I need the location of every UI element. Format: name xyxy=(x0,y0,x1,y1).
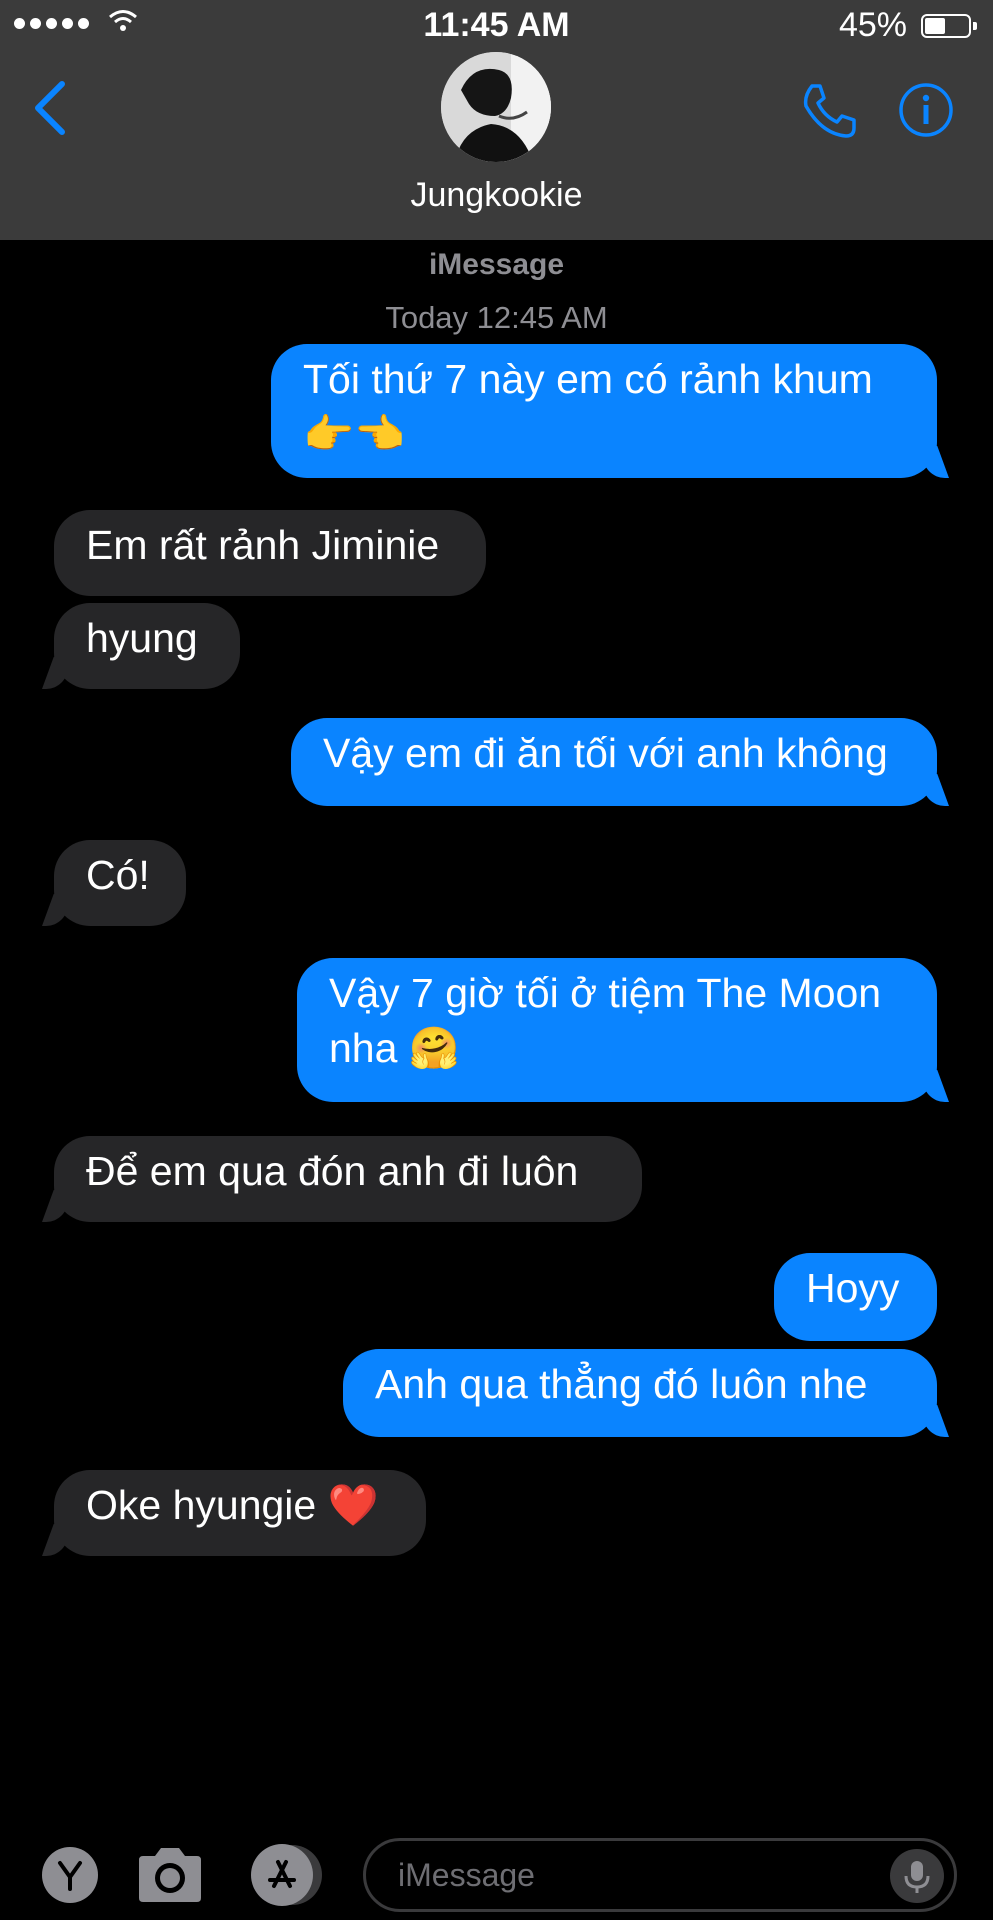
mic-icon[interactable] xyxy=(890,1849,944,1903)
message-text: Để em qua đón anh đi luôn xyxy=(86,1148,579,1194)
message-text: Có! xyxy=(86,852,150,898)
battery-icon xyxy=(921,14,977,38)
message-text: Tối thứ 7 này em có rảnh khum xyxy=(303,356,873,402)
message-text: Oke hyungie xyxy=(86,1482,317,1528)
message-bubble-incoming[interactable]: Để em qua đón anh đi luôn xyxy=(54,1136,642,1222)
message-text: Anh qua thẳng đó luôn nhe xyxy=(375,1361,868,1407)
camera-icon[interactable] xyxy=(135,1846,205,1904)
message-text: Hoyy xyxy=(806,1265,900,1311)
heart-emoji: ❤️ xyxy=(327,1482,379,1528)
message-text: hyung xyxy=(86,615,198,661)
message-bubble-outgoing[interactable]: Hoyy xyxy=(774,1253,937,1341)
message-bubble-incoming[interactable]: Có! xyxy=(54,840,186,926)
message-bubble-incoming[interactable]: hyung xyxy=(54,603,240,689)
conversation-header: Jungkookie xyxy=(0,52,993,240)
contact-avatar[interactable] xyxy=(441,52,551,162)
message-text: Vậy em đi ăn tối với anh không xyxy=(323,730,888,776)
message-text-line2: nha xyxy=(329,1025,398,1071)
message-emoji: 👉👈 xyxy=(303,411,406,457)
message-input-placeholder: iMessage xyxy=(398,1857,535,1893)
message-bubble-incoming[interactable]: Em rất rảnh Jiminie xyxy=(54,510,486,596)
message-bubble-incoming[interactable]: Oke hyungie ❤️ xyxy=(54,1470,426,1556)
service-label: iMessage xyxy=(428,248,565,281)
message-text: Em rất rảnh Jiminie xyxy=(86,522,440,568)
conversation-timestamp: Today 12:45 AM xyxy=(385,300,608,335)
app-drawer-icon[interactable] xyxy=(40,1845,100,1905)
chevron-left-icon[interactable] xyxy=(30,80,70,136)
status-bar: 11:45 AM 45% xyxy=(0,0,993,52)
message-input[interactable]: iMessage xyxy=(363,1838,957,1912)
battery-percentage: 45% xyxy=(838,6,907,44)
message-bubble-outgoing[interactable]: Tối thứ 7 này em có rảnh khum 👉👈 xyxy=(271,344,937,478)
app-store-icon[interactable] xyxy=(246,1842,326,1908)
phone-icon[interactable] xyxy=(800,82,858,140)
message-bubble-outgoing[interactable]: Vậy em đi ăn tối với anh không xyxy=(291,718,937,806)
message-bubble-outgoing[interactable]: Anh qua thẳng đó luôn nhe xyxy=(343,1349,937,1437)
message-bubble-outgoing[interactable]: Vậy 7 giờ tối ở tiệm The Moon nha 🤗 xyxy=(297,958,937,1102)
message-text: Vậy 7 giờ tối ở tiệm The Moon xyxy=(329,970,882,1016)
message-emoji: 🤗 xyxy=(408,1025,460,1071)
info-icon[interactable] xyxy=(898,82,954,138)
contact-name[interactable]: Jungkookie xyxy=(0,176,993,215)
